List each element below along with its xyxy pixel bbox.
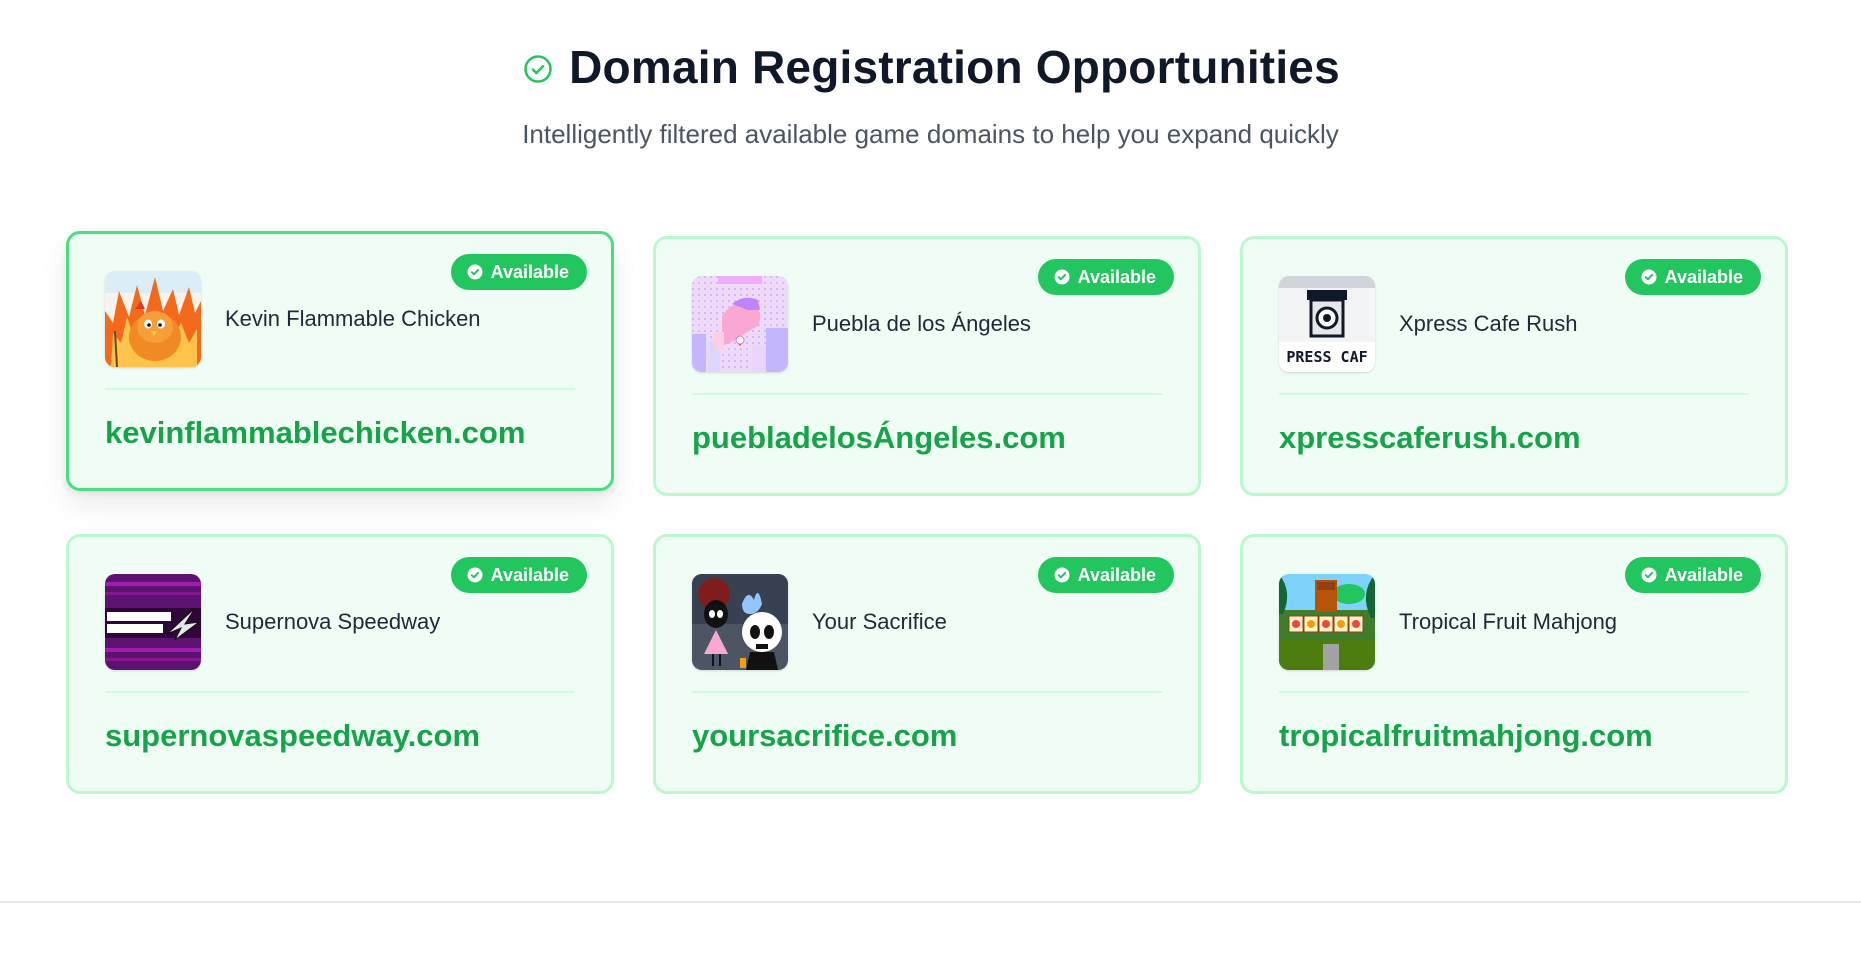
domain-card[interactable]: Available PRESS CAF Xpress Cafe Rush xpr…	[1240, 236, 1788, 496]
card-divider	[692, 691, 1162, 693]
page-header: Domain Registration Opportunities Intell…	[0, 44, 1861, 152]
domain-card[interactable]: Available	[1240, 534, 1788, 794]
card-divider	[692, 393, 1162, 395]
page-title: Domain Registration Opportunities	[569, 41, 1340, 93]
game-name: Puebla de los Ángeles	[812, 311, 1031, 336]
domain-link[interactable]: supernovaspeedway.com	[105, 718, 480, 754]
game-name: Tropical Fruit Mahjong	[1399, 609, 1618, 634]
flaming-chicken-thumbnail	[105, 271, 201, 367]
domain-link[interactable]: xpresscaferush.com	[1279, 420, 1581, 456]
card-header: Kevin Flammable Chicken	[105, 270, 575, 368]
domain-link[interactable]: tropicalfruitmahjong.com	[1279, 718, 1653, 754]
game-name: Xpress Cafe Rush	[1399, 311, 1578, 336]
pink-pixel-city-thumbnail	[692, 276, 788, 372]
coffee-cup-pixel-thumbnail: PRESS CAF	[1279, 276, 1375, 372]
card-divider	[105, 388, 575, 390]
card-divider	[1279, 691, 1749, 693]
card-divider	[1279, 393, 1749, 395]
domain-link[interactable]: yoursacrifice.com	[692, 718, 957, 754]
title-row: Domain Registration Opportunities	[0, 44, 1861, 90]
supernova-logo-thumbnail	[105, 574, 201, 670]
card-header: Puebla de los Ángeles	[692, 275, 1162, 373]
domain-link[interactable]: kevinflammablechicken.com	[105, 415, 525, 451]
domain-card[interactable]: Available	[653, 534, 1201, 794]
card-header: Tropical Fruit Mahjong	[1279, 573, 1749, 671]
domain-card-grid: Available Kevin Flammable Chicken kevinf…	[66, 231, 1796, 794]
check-circle-icon	[521, 52, 555, 86]
card-header: PRESS CAF Xpress Cafe Rush	[1279, 275, 1749, 373]
footer-divider	[0, 901, 1861, 903]
card-header: Supernova Speedway	[105, 573, 575, 671]
jungle-mahjong-thumbnail	[1279, 574, 1375, 670]
card-header: Your Sacrifice	[692, 573, 1162, 671]
domain-card[interactable]: Available Supernova Speedway supernovasp…	[66, 534, 614, 794]
card-divider	[105, 691, 575, 693]
page-subtitle: Intelligently filtered available game do…	[522, 119, 1339, 149]
game-name: Kevin Flammable Chicken	[225, 306, 481, 331]
game-name: Your Sacrifice	[812, 609, 947, 634]
domain-card[interactable]: Available	[66, 231, 614, 491]
domain-card[interactable]: Available	[653, 236, 1201, 496]
game-name: Supernova Speedway	[225, 609, 441, 634]
domain-link[interactable]: puebladelosÁngeles.com	[692, 420, 1066, 456]
skull-characters-thumbnail	[692, 574, 788, 670]
thumbnail-text: PRESS CAF	[1286, 348, 1367, 366]
